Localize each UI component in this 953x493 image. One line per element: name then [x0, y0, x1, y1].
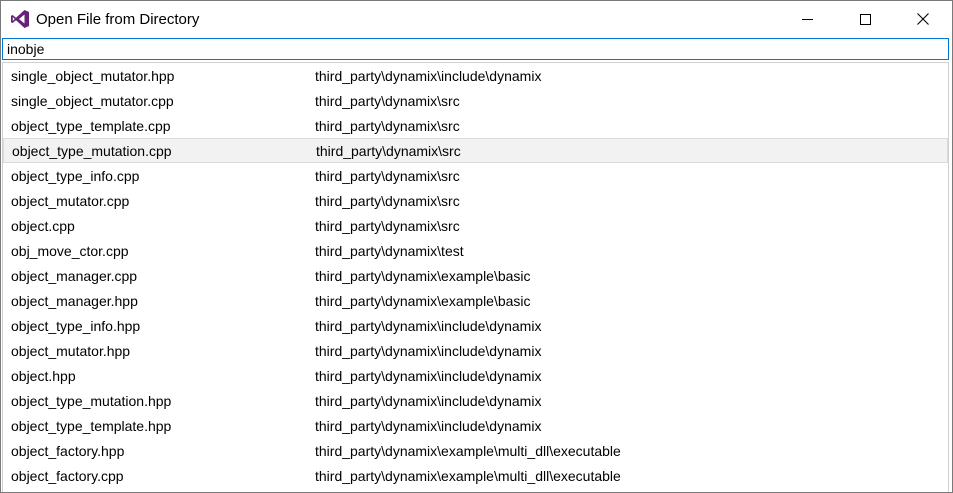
- file-name: object_type_template.hpp: [11, 417, 172, 434]
- file-list-row[interactable]: object.cpp third_party\dynamix\src: [3, 213, 948, 238]
- file-list-row[interactable]: object_type_mutation.hpp third_party\dyna…: [3, 388, 948, 413]
- file-path: third_party\dynamix\include\dynamix: [315, 367, 542, 384]
- file-list-row[interactable]: object.hpp third_party\dynamix\include\dy…: [3, 363, 948, 388]
- file-path: third_party\dynamix\src: [315, 192, 460, 209]
- title-bar[interactable]: Open File from Directory: [1, 1, 952, 37]
- file-name: object_factory.cpp: [11, 467, 124, 484]
- file-path: third_party\dynamix\include\dynamix: [315, 417, 542, 434]
- maximize-button[interactable]: [836, 1, 894, 37]
- file-list-row[interactable]: object_manager.cpp third_party\dynamix\ex…: [3, 263, 948, 288]
- open-file-dialog: Open File from Directory single_object_m…: [0, 0, 953, 493]
- minimize-button[interactable]: [778, 1, 836, 37]
- file-list-row[interactable]: obj_move_ctor.cpp third_party\dynamix\tes…: [3, 238, 948, 263]
- close-button[interactable]: [894, 1, 952, 37]
- file-path: third_party\dynamix\example\multi_dll\ex…: [315, 442, 621, 459]
- maximize-icon: [859, 13, 871, 25]
- file-list-row[interactable]: object_type_mutation.cpp third_party\dyna…: [3, 138, 948, 163]
- file-path: third_party\dynamix\example\basic: [315, 267, 531, 284]
- window-title: Open File from Directory: [36, 10, 200, 28]
- file-name: object.hpp: [11, 367, 76, 384]
- file-path: third_party\dynamix\include\dynamix: [315, 317, 542, 334]
- visual-studio-icon: [10, 9, 30, 29]
- file-name: object_manager.cpp: [11, 267, 138, 284]
- file-name: object_type_info.hpp: [11, 317, 141, 334]
- file-name: object_manager.hpp: [11, 292, 138, 309]
- search-box: [2, 38, 949, 60]
- file-name: object_factory.hpp: [11, 442, 125, 459]
- file-name: object_type_mutation.cpp: [12, 142, 172, 159]
- file-name: object.cpp: [11, 217, 75, 234]
- file-path: third_party\dynamix\example\basic: [315, 292, 531, 309]
- file-path: third_party\dynamix\include\dynamix: [315, 67, 542, 84]
- file-path: third_party\dynamix\src: [315, 167, 460, 184]
- close-icon: [917, 13, 929, 25]
- file-list-row[interactable]: object_type_template.hpp third_party\dyna…: [3, 413, 948, 438]
- minimize-icon: [801, 18, 813, 20]
- file-name: object_type_template.cpp: [11, 117, 171, 134]
- file-path: third_party\dynamix\test: [315, 242, 464, 259]
- file-list-row[interactable]: object_factory.hpp third_party\dynamix\ex…: [3, 438, 948, 463]
- file-list-row[interactable]: object_mutator.cpp third_party\dynamix\sr…: [3, 188, 948, 213]
- file-name: object_mutator.hpp: [11, 342, 131, 359]
- file-list-row[interactable]: object_type_template.cpp third_party\dyna…: [3, 113, 948, 138]
- search-input[interactable]: [3, 39, 948, 59]
- file-list-row[interactable]: object_mutator.hpp third_party\dynamix\in…: [3, 338, 948, 363]
- file-path: third_party\dynamix\src: [315, 217, 460, 234]
- file-path: third_party\dynamix\src: [315, 117, 460, 134]
- file-name: object_mutator.cpp: [11, 192, 130, 209]
- file-list-row[interactable]: object_factory.cpp third_party\dynamix\ex…: [3, 463, 948, 488]
- file-list-row[interactable]: single_object_mutator.cpp third_party\dyn…: [3, 88, 948, 113]
- file-path: third_party\dynamix\include\dynamix: [315, 392, 542, 409]
- file-list-row[interactable]: object_type_info.hpp third_party\dynamix\…: [3, 313, 948, 338]
- file-name: single_object_mutator.hpp: [11, 67, 175, 84]
- file-list-row[interactable]: object_manager.hpp third_party\dynamix\ex…: [3, 288, 948, 313]
- file-path: third_party\dynamix\src: [315, 92, 460, 109]
- file-path: third_party\dynamix\include\dynamix: [315, 342, 542, 359]
- file-path: third_party\dynamix\src: [316, 142, 461, 159]
- file-path: third_party\dynamix\example\multi_dll\ex…: [315, 467, 621, 484]
- file-name: object_type_mutation.hpp: [11, 392, 172, 409]
- file-list-row[interactable]: object_type_info.cpp third_party\dynamix\…: [3, 163, 948, 188]
- file-list[interactable]: single_object_mutator.hpp third_party\dyn…: [2, 62, 949, 492]
- file-name: obj_move_ctor.cpp: [11, 242, 129, 259]
- file-name: single_object_mutator.cpp: [11, 92, 174, 109]
- file-list-row[interactable]: single_object_mutator.hpp third_party\dyn…: [3, 63, 948, 88]
- file-name: object_type_info.cpp: [11, 167, 140, 184]
